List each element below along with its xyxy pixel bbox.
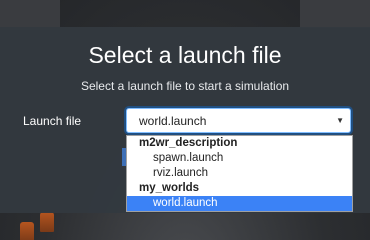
launch-file-select[interactable]: world.launch ▼ bbox=[126, 108, 351, 133]
option-spawn-launch[interactable]: spawn.launch bbox=[127, 151, 352, 166]
background-tile bbox=[300, 0, 370, 28]
launch-file-label: Launch file bbox=[23, 114, 82, 128]
caret-down-icon: ▼ bbox=[336, 116, 344, 125]
traffic-cone-icon bbox=[20, 222, 34, 240]
option-rviz-launch[interactable]: rviz.launch bbox=[127, 166, 352, 181]
select-value: world.launch bbox=[139, 114, 207, 128]
option-world-launch[interactable]: world.launch bbox=[127, 196, 352, 211]
optgroup-my-worlds: my_worlds bbox=[139, 182, 200, 194]
dialog-subtitle: Select a launch file to start a simulati… bbox=[80, 79, 290, 93]
background-tile bbox=[0, 0, 60, 30]
traffic-cone-icon bbox=[40, 212, 54, 232]
dialog-title: Select a launch file bbox=[88, 42, 282, 68]
optgroup-m2wr-description: m2wr_description bbox=[139, 137, 238, 149]
launch-file-dropdown: m2wr_description spawn.launch rviz.launc… bbox=[126, 135, 353, 212]
